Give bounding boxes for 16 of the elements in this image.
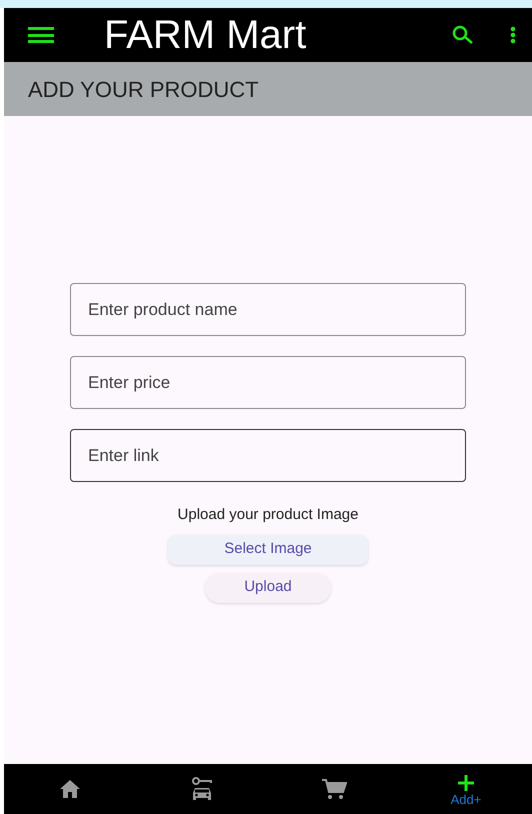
upload-caption: Upload your product Image — [178, 505, 358, 525]
page-title: ADD YOUR PRODUCT — [28, 76, 259, 104]
plus-icon — [456, 772, 476, 792]
text-field[interactable]: Enter price — [70, 356, 466, 409]
upload-button[interactable]: Upload — [205, 572, 331, 602]
menu-icon[interactable] — [28, 27, 54, 43]
car-key-icon — [191, 777, 213, 801]
home-icon — [59, 779, 81, 799]
more-icon[interactable] — [510, 26, 516, 44]
app-title: FARM Mart — [104, 15, 306, 55]
select-image-button[interactable]: Select Image — [168, 534, 368, 564]
text-field[interactable]: Enter link — [70, 429, 466, 482]
nav-item[interactable]: Add+ — [400, 764, 532, 814]
text-field[interactable]: Enter product name — [70, 283, 466, 336]
cart-icon — [321, 778, 347, 800]
search-icon[interactable] — [452, 25, 474, 45]
